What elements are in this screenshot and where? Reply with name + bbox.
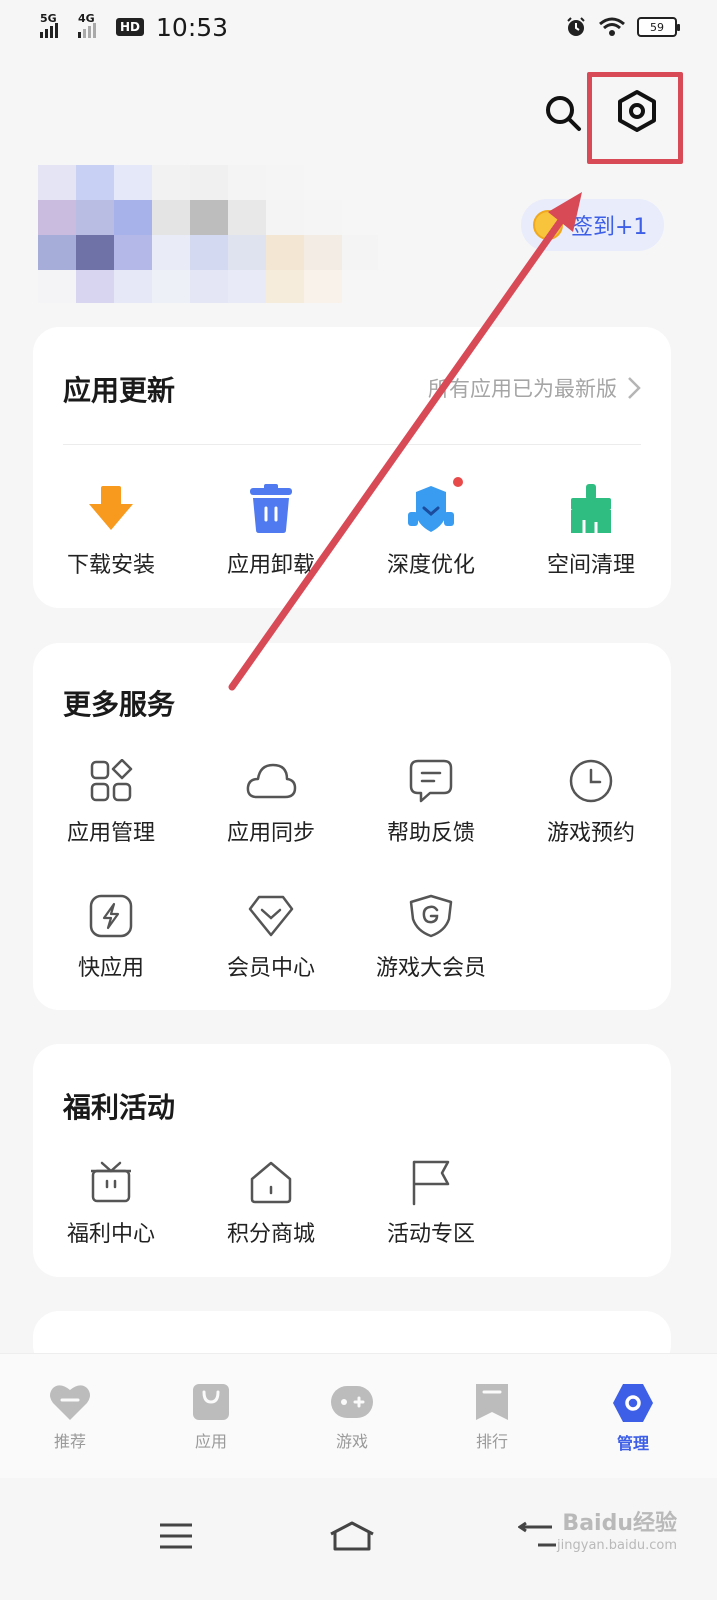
gift-box-icon bbox=[91, 1161, 131, 1203]
diamond-heart-icon bbox=[248, 895, 294, 937]
chevron-right-icon bbox=[628, 377, 641, 399]
more-services-title: 更多服务 bbox=[63, 688, 176, 721]
gamepad-icon bbox=[331, 1386, 373, 1418]
bottom-tab-bar: 推荐 应用 游戏 排行 管理 bbox=[0, 1353, 717, 1478]
tab-manage-label: 管理 bbox=[616, 1434, 649, 1453]
welfare-center-button[interactable]: 福利中心 bbox=[36, 1152, 186, 1248]
member-center-button[interactable]: 会员中心 bbox=[196, 886, 346, 982]
game-vip-button[interactable]: 游戏大会员 bbox=[356, 886, 506, 982]
signal-4g-icon: 4G bbox=[78, 12, 108, 38]
search-button[interactable] bbox=[538, 88, 588, 138]
welfare-title: 福利活动 bbox=[63, 1091, 176, 1124]
checkin-button[interactable]: 签到+1 bbox=[521, 199, 664, 251]
points-mall-label: 积分商城 bbox=[226, 1222, 315, 1247]
bag-icon bbox=[193, 1384, 229, 1420]
checkin-label: 签到+1 bbox=[571, 215, 648, 240]
welfare-card: 福利活动 福利中心 积分商城 活动专区 bbox=[33, 1044, 671, 1277]
member-center-label: 会员中心 bbox=[226, 956, 315, 981]
menu-button[interactable] bbox=[146, 1506, 206, 1566]
download-arrow-icon bbox=[89, 486, 133, 530]
coin-icon bbox=[533, 210, 563, 240]
cloud-icon bbox=[246, 763, 297, 799]
tab-games[interactable]: 游戏 bbox=[302, 1382, 402, 1452]
tab-games-label: 游戏 bbox=[335, 1432, 368, 1451]
app-manage-label: 应用管理 bbox=[66, 821, 155, 846]
app-grid-icon bbox=[90, 759, 133, 802]
tab-apps[interactable]: 应用 bbox=[161, 1382, 261, 1452]
deep-optimize-label: 深度优化 bbox=[386, 553, 475, 578]
app-update-title: 应用更新 bbox=[63, 374, 176, 407]
deep-optimize-button[interactable]: 深度优化 bbox=[356, 477, 506, 579]
wifi-icon bbox=[599, 17, 625, 36]
back-button[interactable] bbox=[508, 1506, 568, 1566]
watermark-logo: Baidu经验 bbox=[562, 1511, 677, 1536]
home-button[interactable] bbox=[322, 1506, 382, 1566]
activity-zone-label: 活动专区 bbox=[386, 1222, 475, 1247]
tab-recommend[interactable]: 推荐 bbox=[20, 1382, 120, 1452]
game-reservation-label: 游戏预约 bbox=[546, 821, 635, 846]
notification-dot bbox=[453, 477, 463, 487]
help-feedback-button[interactable]: 帮助反馈 bbox=[356, 751, 506, 847]
optimize-shield-icon bbox=[408, 486, 454, 532]
broom-icon bbox=[571, 484, 611, 533]
search-icon bbox=[546, 96, 581, 131]
heart-icon bbox=[50, 1385, 90, 1420]
lightning-icon bbox=[89, 894, 133, 938]
download-install-button[interactable]: 下载安装 bbox=[36, 479, 186, 579]
trash-icon bbox=[250, 484, 292, 533]
signal-5g-icon: 5G bbox=[40, 12, 70, 38]
house-icon bbox=[250, 1161, 292, 1204]
more-services-card: 更多服务 应用管理 应用同步 帮助反馈 游戏预约 快应用 会员中心 游戏大会员 bbox=[33, 643, 671, 1010]
help-feedback-label: 帮助反馈 bbox=[386, 821, 475, 846]
alarm-icon bbox=[567, 17, 585, 36]
app-uninstall-button[interactable]: 应用卸载 bbox=[196, 479, 346, 579]
annotation-highlight-box bbox=[587, 72, 683, 164]
app-sync-label: 应用同步 bbox=[226, 821, 315, 846]
tab-ranking-label: 排行 bbox=[475, 1432, 508, 1451]
status-bar: 5G 4G HD 10:53 59 bbox=[0, 0, 717, 54]
battery-indicator: 59 bbox=[637, 17, 680, 37]
home-outline-icon bbox=[330, 1521, 374, 1551]
update-status-link[interactable]: 所有应用已为最新版 bbox=[428, 373, 641, 403]
chat-bubble-icon bbox=[409, 759, 453, 803]
space-clean-label: 空间清理 bbox=[546, 553, 635, 578]
flag-icon bbox=[412, 1160, 450, 1206]
back-arrow-icon bbox=[518, 1521, 556, 1547]
watermark-url: jingyan.baidu.com bbox=[557, 1538, 677, 1553]
app-update-card: 应用更新 所有应用已为最新版 下载安装 应用卸载 深度优化 空间清理 bbox=[33, 327, 671, 608]
download-install-label: 下载安装 bbox=[66, 553, 155, 578]
menu-lines-icon bbox=[160, 1523, 192, 1549]
g-shield-icon bbox=[409, 894, 453, 938]
quick-app-label: 快应用 bbox=[77, 956, 144, 981]
clock-time: 10:53 bbox=[156, 12, 229, 42]
tab-apps-label: 应用 bbox=[194, 1432, 227, 1451]
clock-icon bbox=[569, 759, 613, 803]
app-manage-button[interactable]: 应用管理 bbox=[36, 751, 186, 847]
tab-recommend-label: 推荐 bbox=[53, 1432, 86, 1451]
points-mall-button[interactable]: 积分商城 bbox=[196, 1152, 346, 1248]
bookmark-icon bbox=[476, 1384, 508, 1420]
space-clean-button[interactable]: 空间清理 bbox=[516, 479, 666, 579]
hd-voice-badge: HD bbox=[116, 18, 145, 36]
app-sync-button[interactable]: 应用同步 bbox=[196, 751, 346, 847]
game-vip-label: 游戏大会员 bbox=[375, 956, 486, 981]
welfare-center-label: 福利中心 bbox=[66, 1222, 155, 1247]
tab-ranking[interactable]: 排行 bbox=[442, 1382, 542, 1452]
update-status-text: 所有应用已为最新版 bbox=[428, 377, 617, 401]
activity-zone-button[interactable]: 活动专区 bbox=[356, 1152, 506, 1248]
tab-manage[interactable]: 管理 bbox=[583, 1382, 683, 1454]
app-uninstall-label: 应用卸载 bbox=[226, 553, 315, 578]
divider bbox=[63, 444, 641, 445]
avatar-blurred bbox=[38, 165, 378, 303]
manage-hexagon-icon bbox=[613, 1384, 653, 1422]
quick-app-button[interactable]: 快应用 bbox=[36, 886, 186, 982]
game-reservation-button[interactable]: 游戏预约 bbox=[516, 751, 666, 847]
